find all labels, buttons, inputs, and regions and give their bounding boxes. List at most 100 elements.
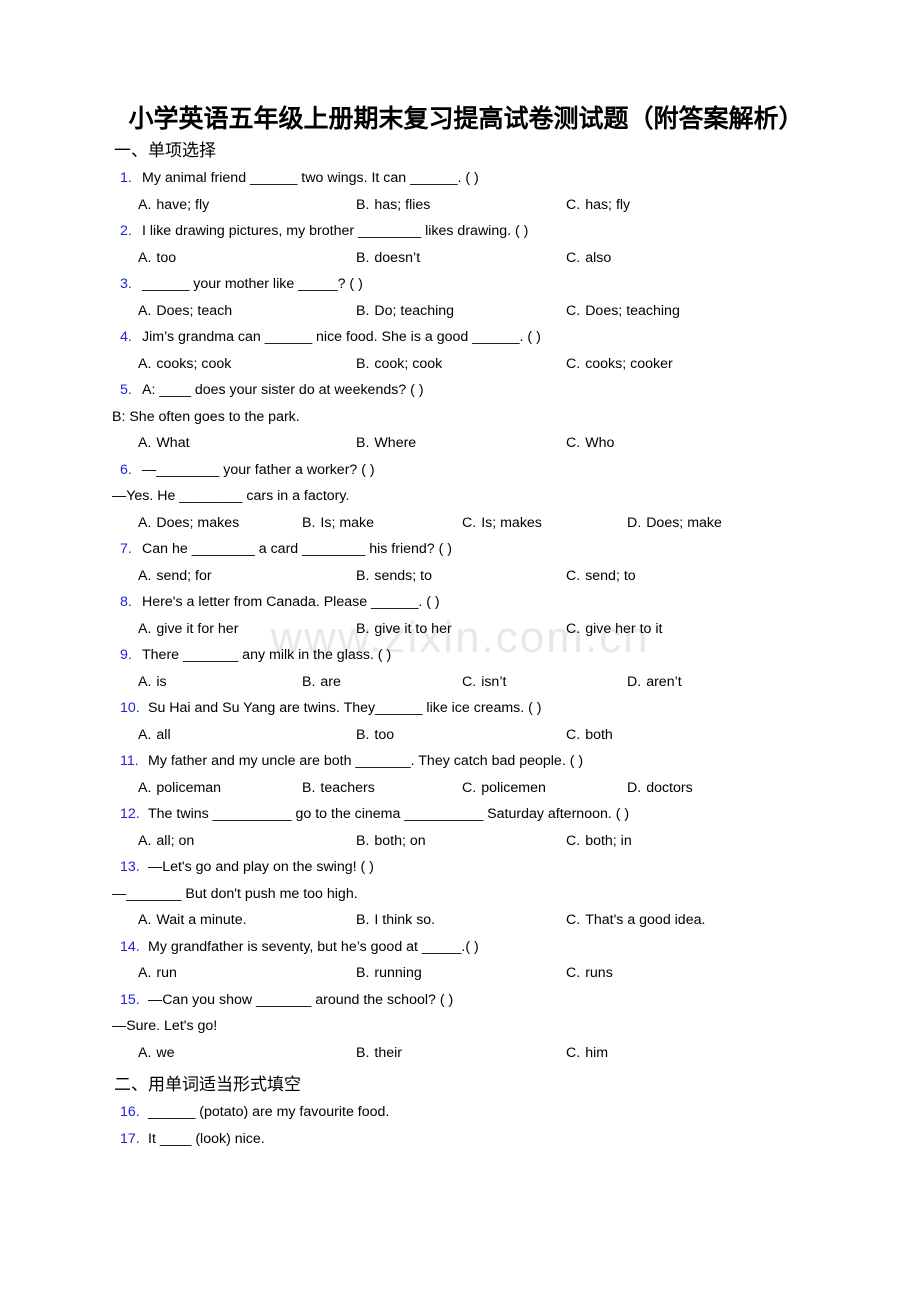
option-label: B. [302, 514, 316, 531]
answer-option[interactable]: C. both [566, 722, 613, 749]
question-stem: 5. A: ____ does your sister do at weekend… [112, 377, 820, 404]
question-number: 13. [120, 859, 140, 875]
answer-option[interactable]: C. isn’t [462, 669, 506, 696]
question-text: I like drawing pictures, my brother ____… [142, 223, 529, 239]
option-text: give her to it [585, 620, 663, 637]
option-text: cooks; cook [156, 355, 232, 372]
answer-option[interactable]: C. has; fly [566, 192, 630, 219]
option-label: C. [566, 965, 581, 981]
option-text: doctors [646, 779, 693, 796]
answer-option[interactable]: A. too [138, 245, 176, 272]
answer-option[interactable]: C. give her to it [566, 616, 662, 643]
answer-option[interactable]: C. cooks; cooker [566, 351, 673, 378]
option-text: cook; cook [374, 355, 443, 372]
option-text: I think so. [374, 912, 436, 928]
option-row: A. we B. their C. him [112, 1040, 820, 1067]
option-row: A. cooks; cook B. cook; cook C. cooks; cooker [112, 351, 820, 378]
question-number: 2. [120, 223, 132, 239]
option-text: we [156, 1044, 175, 1061]
option-label: C. [566, 567, 581, 584]
option-text: send; to [585, 567, 636, 584]
option-text: has; flies [374, 196, 431, 213]
answer-option[interactable]: B. doesn’t [356, 245, 420, 272]
question-continuation-line: —Yes. He ________ cars in a factory. [112, 488, 350, 504]
option-label: A. [138, 1044, 152, 1061]
answer-option[interactable]: C. That's a good idea. [566, 907, 705, 934]
answer-option[interactable]: B. too [356, 722, 394, 749]
answer-option[interactable]: A. give it for her [138, 616, 238, 643]
answer-option[interactable]: C. Is; makes [462, 510, 542, 537]
option-text: both; on [374, 832, 426, 849]
answer-option[interactable]: B. teachers [302, 775, 375, 802]
option-text: aren’t [646, 673, 682, 690]
option-text: sends; to [374, 567, 432, 584]
answer-option[interactable]: B. their [356, 1040, 402, 1067]
question-number: 4. [120, 329, 132, 345]
option-label: C. [566, 355, 581, 372]
answer-option[interactable]: B. sends; to [356, 563, 432, 590]
option-text: policeman [156, 779, 222, 796]
answer-option[interactable]: C. also [566, 245, 611, 272]
option-text: Does; makes [156, 514, 240, 531]
answer-option[interactable]: D. aren’t [627, 669, 682, 696]
option-label: B. [356, 726, 370, 743]
answer-option[interactable]: C. both; in [566, 828, 632, 855]
answer-option[interactable]: B. has; flies [356, 192, 430, 219]
answer-option[interactable]: B. both; on [356, 828, 426, 855]
answer-option[interactable]: A. all; on [138, 828, 194, 855]
answer-option[interactable]: A. cooks; cook [138, 351, 231, 378]
answer-option[interactable]: C. him [566, 1040, 608, 1067]
answer-option[interactable]: A. Does; makes [138, 510, 239, 537]
answer-option[interactable]: B. Do; teaching [356, 298, 454, 325]
answer-option[interactable]: A. Does; teach [138, 298, 232, 325]
section-heading: 二、用单词适当形式填空 [114, 1075, 301, 1094]
option-text: all [156, 726, 171, 743]
answer-option[interactable]: B. cook; cook [356, 351, 442, 378]
answer-option[interactable]: C. runs [566, 960, 613, 987]
question-text: Jim’s grandma can ______ nice food. She … [142, 329, 541, 345]
answer-option[interactable]: A. What [138, 430, 190, 457]
option-row: A. give it for her B. give it to her C. give … [112, 616, 820, 643]
question-stem: 9. There _______ any milk in the glass. (… [112, 642, 820, 669]
option-label: A. [138, 832, 152, 849]
option-label: D. [627, 514, 642, 531]
answer-option[interactable]: A. we [138, 1040, 175, 1067]
answer-option[interactable]: A. run [138, 960, 177, 987]
answer-option[interactable]: C. send; to [566, 563, 636, 590]
question-number: 14. [120, 938, 140, 955]
answer-option[interactable]: B. are [302, 669, 341, 696]
question-text: —Can you show _______ around the school?… [148, 991, 454, 1008]
answer-option[interactable]: B. Is; make [302, 510, 374, 537]
exam-section: 二、用单词适当形式填空 16. ______ (potato) are my fav… [112, 1072, 820, 1152]
option-text: Who [585, 435, 615, 451]
question-text: My animal friend ______ two wings. It ca… [142, 170, 479, 186]
question-text: There _______ any milk in the glass. ( ) [142, 647, 392, 663]
answer-option[interactable]: A. have; fly [138, 192, 209, 219]
answer-option[interactable]: A. Wait a minute. [138, 907, 247, 934]
answer-option[interactable]: C. Who [566, 430, 614, 457]
option-label: A. [138, 355, 152, 372]
option-text: Where [374, 435, 417, 451]
answer-option[interactable]: A. send; for [138, 563, 212, 590]
answer-option[interactable]: A. policeman [138, 775, 221, 802]
answer-option[interactable]: B. I think so. [356, 907, 435, 934]
option-row: A. send; for B. sends; to C. send; to [112, 563, 820, 590]
answer-option[interactable]: A. is [138, 669, 167, 696]
answer-option[interactable]: B. running [356, 960, 422, 987]
answer-option[interactable]: D. Does; make [627, 510, 722, 537]
answer-option[interactable]: B. Where [356, 430, 416, 457]
option-label: B. [302, 779, 316, 796]
answer-option[interactable]: C. Does; teaching [566, 298, 680, 325]
option-text: Do; teaching [374, 302, 455, 319]
question-text: It ____ (look) nice. [148, 1130, 265, 1147]
answer-option[interactable]: A. all [138, 722, 171, 749]
question-number: 10. [120, 700, 140, 716]
question-stem: 2. I like drawing pictures, my brother __… [112, 218, 820, 245]
answer-option[interactable]: C. policemen [462, 775, 546, 802]
option-label: C. [566, 620, 581, 637]
option-row: A. What B. Where C. Who [112, 430, 820, 457]
option-label: C. [566, 196, 581, 213]
answer-option[interactable]: D. doctors [627, 775, 693, 802]
option-row: A. have; fly B. has; flies C. has; fly [112, 192, 820, 219]
answer-option[interactable]: B. give it to her [356, 616, 452, 643]
